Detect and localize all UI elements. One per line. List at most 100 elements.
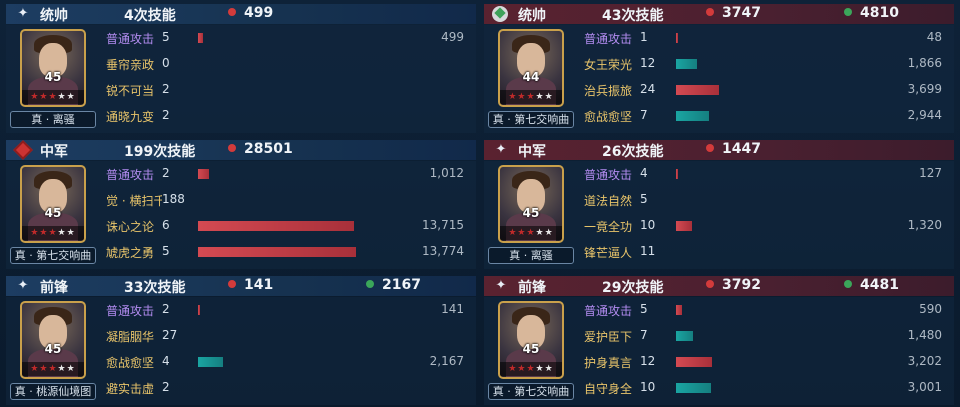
heal-dot-icon — [366, 280, 374, 288]
skill-count: 2 — [162, 302, 170, 316]
damage-value: 3792 — [722, 277, 761, 293]
damage-bar — [198, 305, 200, 315]
skill-value: 13,715 — [422, 218, 464, 232]
skill-value: 3,202 — [907, 354, 942, 368]
sparkle-icon: ✦ — [495, 142, 507, 157]
skill-row: 普通攻击 5 590 — [584, 299, 946, 321]
enemy-panel-center: ✦ 中军 26次技能 1447 45 ★★★★★ 真 · 离骚 普通攻击 4 127 道法自然 5 一竟… — [484, 140, 954, 269]
skill-row: 护身真言 12 3,202 — [584, 351, 946, 373]
hero-portrait[interactable]: 45 ★★★★★ — [20, 29, 86, 107]
skill-count-total: 26次技能 — [602, 144, 664, 160]
skill-count: 27 — [162, 328, 178, 342]
skill-name: 自守身全 — [584, 382, 633, 396]
hero-level: 45 — [522, 206, 540, 220]
heal-bar — [676, 59, 697, 69]
skill-count: 5 — [640, 302, 648, 316]
skill-count: 2 — [162, 82, 170, 96]
skill-row: 锋芒逼人 11 — [584, 241, 946, 263]
damage-bar — [198, 169, 209, 179]
skill-row: 锐不可当 2 — [106, 79, 468, 101]
hero-portrait[interactable]: 45 ★★★★★ — [498, 165, 564, 243]
skill-name: 垂帘亲政 — [106, 58, 155, 72]
skill-value: 499 — [441, 30, 464, 44]
hero-name: 真 · 第七交响曲 — [488, 383, 574, 400]
ally-panel-center: 中军 199次技能 28501 45 ★★★★★ 真 · 第七交响曲 普通攻击 2 1,012 觉… — [6, 140, 476, 269]
heal-bar — [198, 357, 223, 367]
damage-total: 499 — [228, 5, 273, 21]
damage-bar — [676, 169, 678, 179]
skill-row: 普通攻击 2 141 — [106, 299, 468, 321]
heal-value: 4810 — [860, 5, 899, 21]
heal-value: 4481 — [860, 277, 899, 293]
skill-value: 3,001 — [907, 380, 942, 394]
skill-row: 愈战愈坚 7 2,944 — [584, 105, 946, 127]
skill-name: 道法自然 — [584, 194, 633, 208]
skill-count: 7 — [640, 108, 648, 122]
skill-row: 通晓九变 2 — [106, 105, 468, 127]
skill-name: 诛心之论 — [106, 220, 155, 234]
heal-bar — [676, 331, 693, 341]
skill-row: 诛心之论 6 13,715 — [106, 215, 468, 237]
panel-body: 45 ★★★★★ 真 · 第七交响曲 普通攻击 2 1,012 觉 · 横扫千...188 诛… — [6, 161, 476, 269]
skill-count: 11 — [640, 244, 656, 258]
skill-count: 2 — [162, 380, 170, 394]
skill-count: 12 — [640, 56, 656, 70]
skill-count: 24 — [640, 82, 656, 96]
ally-panel-vanguard: ✦ 前锋 33次技能 141 2167 45 ★★★★★ 真 · 桃源仙境图 普通攻击 2 141 凝… — [6, 276, 476, 405]
heal-bar — [676, 383, 711, 393]
skill-name: 锋芒逼人 — [584, 246, 633, 260]
heal-value: 2167 — [382, 277, 421, 293]
hero-level: 45 — [522, 342, 540, 356]
skill-count-total: 4次技能 — [124, 8, 176, 24]
skill-count: 10 — [640, 380, 656, 394]
damage-bar — [676, 33, 678, 43]
skill-value: 590 — [919, 302, 942, 316]
damage-bar — [676, 357, 712, 367]
hero-name: 真 · 桃源仙境图 — [10, 383, 96, 400]
skill-row: 道法自然 5 — [584, 189, 946, 211]
hero-portrait[interactable]: 45 ★★★★★ — [20, 165, 86, 243]
damage-bar — [198, 247, 356, 257]
role-label: 前锋 — [518, 280, 546, 296]
damage-bar — [676, 305, 682, 315]
damage-total: 28501 — [228, 141, 293, 157]
skill-name: 女王荣光 — [584, 58, 633, 72]
skill-row: 普通攻击 2 1,012 — [106, 163, 468, 185]
skill-count: 5 — [162, 30, 170, 44]
damage-total: 141 — [228, 277, 273, 293]
hero-level: 45 — [44, 206, 62, 220]
panel-body: 45 ★★★★★ 真 · 第七交响曲 普通攻击 5 590 爱护臣下 7 1,480 护身真言 12… — [484, 297, 954, 405]
damage-value: 141 — [244, 277, 274, 293]
hero-name: 真 · 第七交响曲 — [488, 111, 574, 128]
heal-total: 2167 — [366, 277, 421, 293]
role-label: 统帅 — [40, 8, 68, 24]
damage-value: 499 — [244, 5, 274, 21]
skill-name: 普通攻击 — [106, 168, 155, 182]
skill-name: 愈战愈坚 — [106, 356, 155, 370]
skill-count: 5 — [162, 244, 170, 258]
damage-dot-icon — [706, 280, 714, 288]
star-rating: ★★★★★ — [22, 226, 84, 240]
skill-value: 141 — [441, 302, 464, 316]
panel-header: 统帅 43次技能 3747 4810 — [484, 4, 954, 24]
skill-name: 普通攻击 — [584, 168, 633, 182]
panel-header: ✦ 前锋 29次技能 3792 4481 — [484, 276, 954, 296]
skill-row: 治兵振旅 24 3,699 — [584, 79, 946, 101]
skill-name: 避实击虚 — [106, 382, 155, 396]
skill-row: 垂帘亲政 0 — [106, 53, 468, 75]
enemy-panel-commander: 统帅 43次技能 3747 4810 44 ★★★★★ 真 · 第七交响曲 普通攻击 1 48 女王… — [484, 4, 954, 133]
damage-dot-icon — [228, 8, 236, 16]
hero-portrait[interactable]: 44 ★★★★★ — [498, 29, 564, 107]
skill-value: 48 — [926, 30, 942, 44]
damage-bar — [198, 221, 354, 231]
skill-row: 普通攻击 4 127 — [584, 163, 946, 185]
damage-dot-icon — [706, 8, 714, 16]
hero-portrait[interactable]: 45 ★★★★★ — [20, 301, 86, 379]
skill-name: 觉 · 横扫千... — [106, 194, 162, 208]
hero-portrait[interactable]: 45 ★★★★★ — [498, 301, 564, 379]
hero-name: 真 · 离骚 — [10, 111, 96, 128]
damage-dot-icon — [228, 144, 236, 152]
skill-count-total: 33次技能 — [124, 280, 186, 296]
skill-row: 普通攻击 1 48 — [584, 27, 946, 49]
skill-row: 虓虎之勇 5 13,774 — [106, 241, 468, 263]
